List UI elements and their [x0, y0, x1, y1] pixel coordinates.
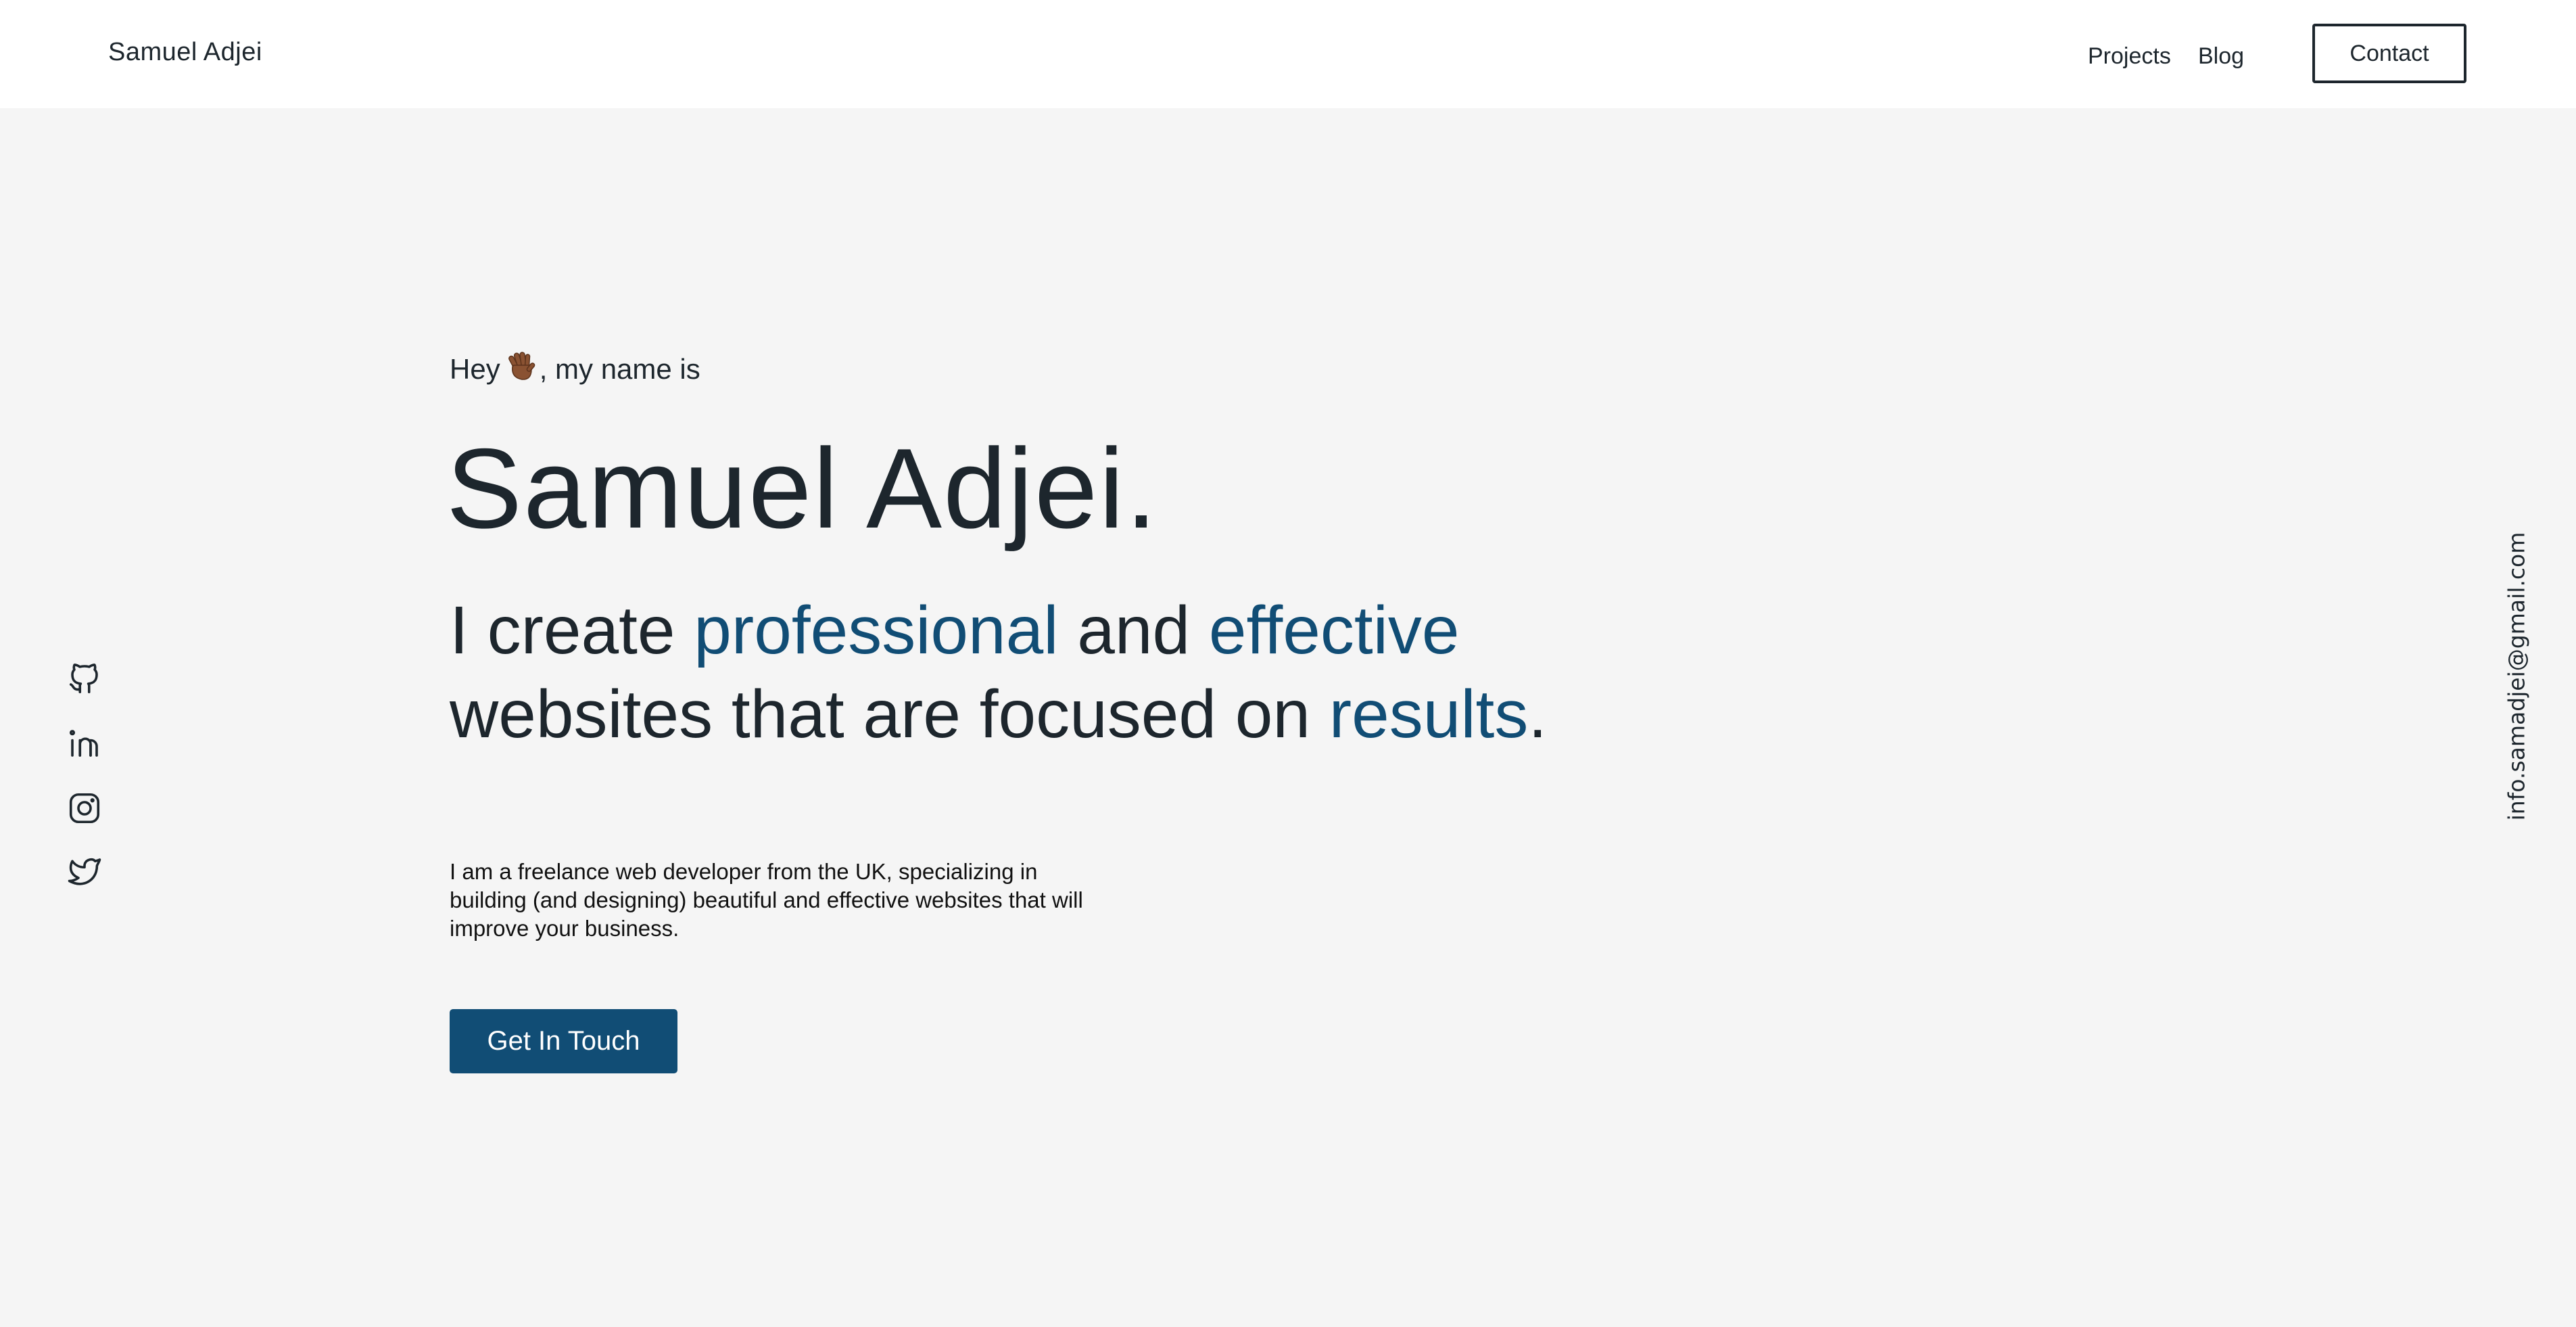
tagline-highlight-results: results	[1329, 676, 1529, 752]
greeting-text-after: , my name is	[539, 353, 700, 385]
tagline-text: and	[1058, 592, 1209, 668]
hero-bio: I am a freelance web developer from the …	[450, 859, 1083, 941]
greeting-text-before: Hey	[450, 353, 500, 385]
hero-tagline: I create professional and effective webs…	[450, 588, 1599, 756]
instagram-icon[interactable]	[66, 790, 103, 827]
get-in-touch-button[interactable]: Get In Touch	[450, 1009, 677, 1073]
nav-link-blog[interactable]: Blog	[2198, 43, 2244, 70]
tagline-highlight-professional: professional	[694, 592, 1059, 668]
hero-name: Samuel Adjei.	[446, 425, 1159, 552]
site-header: Samuel Adjei Projects Blog Contact	[0, 0, 2576, 108]
twitter-icon[interactable]	[66, 854, 103, 890]
hero-greeting: Hey , my name is	[450, 350, 700, 388]
tagline-text: I create	[450, 592, 694, 668]
email-link[interactable]: info.samadjei@gmail.com	[2504, 532, 2530, 821]
nav-link-projects[interactable]: Projects	[2088, 43, 2171, 70]
brand-logo[interactable]: Samuel Adjei	[108, 38, 262, 67]
tagline-highlight-effective: effective	[1208, 592, 1460, 668]
tagline-text: websites that are focused on	[450, 676, 1329, 752]
waving-hand-icon	[507, 350, 537, 388]
tagline-text: .	[1528, 676, 1548, 752]
contact-button[interactable]: Contact	[2312, 24, 2466, 83]
github-icon[interactable]	[66, 660, 103, 697]
linkedin-icon[interactable]	[66, 725, 103, 762]
